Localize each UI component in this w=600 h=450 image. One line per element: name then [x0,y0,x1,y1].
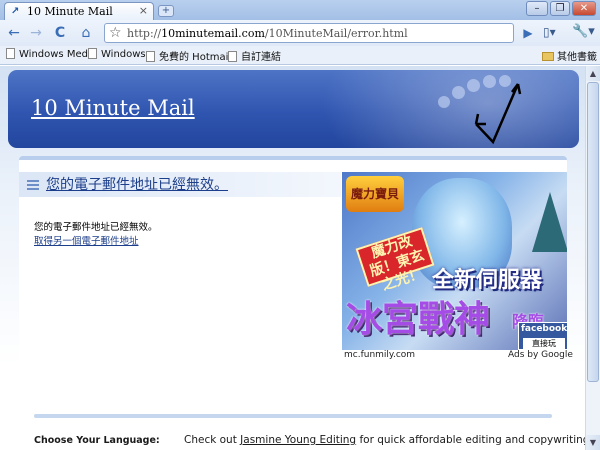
ad-banner-image[interactable]: 魔力寶貝 魔力改版！東玄之光！ 全新伺服器 冰宮戰神 降臨 facebook 直… [342,172,567,350]
url-text[interactable]: http://10minutemail.com/10MinuteMail/err… [127,27,408,40]
page-icon [88,48,97,59]
bookmark-hotmail[interactable]: 免費的 Hotmail [146,48,231,63]
ads-by-google-link[interactable]: Ads by Google [508,350,573,360]
close-tab-icon[interactable]: × [139,4,148,17]
language-label: Choose Your Language: [34,435,160,446]
site-banner: 10 Minute Mail [8,70,579,148]
forward-button[interactable]: → [26,24,46,42]
page-icon [6,48,15,59]
scrollbar-thumb[interactable] [587,82,599,382]
reload-button[interactable]: C [50,24,70,42]
restore-button[interactable]: ❐ [550,1,570,16]
address-bar[interactable]: ☆ http://10minutemail.com/10MinuteMail/e… [104,23,514,43]
vertical-scrollbar[interactable]: ▲ ▼ [585,66,600,450]
decor-dot [438,96,450,108]
tab-10-minute-mail[interactable]: ↗ 10 Minute Mail × [4,2,154,20]
ad-facebook-badge: facebook 直接玩 [518,322,567,350]
close-window-button[interactable]: ✕ [572,1,596,16]
tab-title: 10 Minute Mail [27,5,113,18]
bookmark-windows-media[interactable]: Windows Media [6,48,97,60]
scroll-up-arrow-icon[interactable]: ▲ [586,66,600,81]
ad-headline: 冰宮戰神 [346,299,491,340]
page-menu-button[interactable]: ▯▾ [543,25,556,39]
other-bookmarks[interactable]: 其他書籤 [542,48,597,63]
star-icon[interactable]: ☆ [109,24,122,42]
new-address-link[interactable]: 取得另一個電子郵件地址 [34,233,139,247]
bookmarks-bar: Windows Media Windows 免費的 Hotmail 自訂連結 其… [0,46,600,65]
divider [34,414,552,418]
page-icon: ▯ [543,25,550,39]
content-panel-strip [19,156,567,160]
menu-lines-icon [27,180,39,190]
ad-promo-badge: 魔力改版！東玄之光！ [355,227,435,294]
home-button[interactable]: ⌂ [76,24,96,42]
decor-dot [452,86,465,99]
wrench-icon: 🔧 [572,24,589,39]
ad-game-logo: 魔力寶貝 [346,176,404,212]
page-viewport: 10 Minute Mail 您的電子郵件地址已經無效。 您的電子郵件地址已經無… [0,66,585,450]
page-icon [146,51,155,62]
browser-toolbar: ← → C ⌂ ☆ http://10minutemail.com/10Minu… [0,20,600,46]
ad-tree [532,192,567,252]
new-tab-button[interactable]: + [158,5,174,17]
ad-source-link[interactable]: mc.funmily.com [344,350,415,360]
jasmine-young-editing-link[interactable]: Jasmine Young Editing [240,434,356,446]
site-title-link[interactable]: 10 Minute Mail [31,96,195,120]
scroll-down-arrow-icon[interactable]: ▼ [586,435,600,450]
status-message: 您的電子郵件地址已經無效。 [34,222,158,233]
clock-hands-icon [474,83,522,145]
page-heading[interactable]: 您的電子郵件地址已經無效。 [46,174,228,194]
wrench-menu-button[interactable]: 🔧▾ [572,24,595,39]
favicon-icon: ↗ [11,6,20,17]
go-button[interactable]: ▶ [520,24,536,42]
page-icon [228,51,237,62]
banner-glow [308,70,579,148]
back-button[interactable]: ← [4,24,24,42]
minimize-button[interactable]: – [526,1,548,16]
checkout-text: Check out Jasmine Young Editing for quic… [184,434,585,446]
title-bar: ↗ 10 Minute Mail × + – ❐ ✕ [0,0,600,20]
bookmark-windows[interactable]: Windows [88,48,146,60]
bookmark-custom-links[interactable]: 自訂連結 [228,48,281,63]
folder-icon [542,52,554,61]
